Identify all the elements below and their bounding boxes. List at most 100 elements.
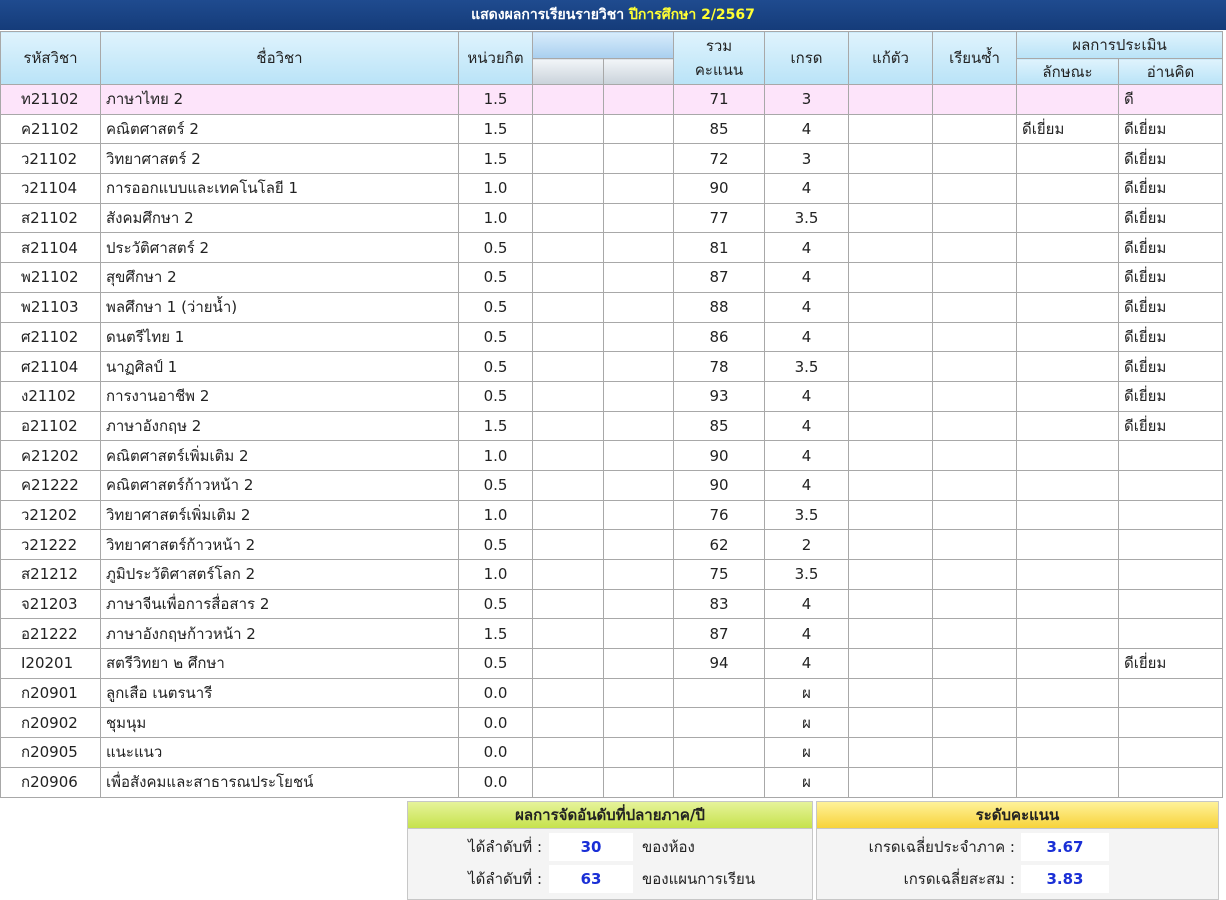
course-blank-1	[532, 232, 604, 264]
course-credits: 0.5	[458, 232, 533, 264]
table-row: ส21104 ประวัติศาสตร์ 2 0.5 81 4 ดีเยี่ยม	[0, 232, 1224, 264]
course-blank-2	[603, 499, 674, 531]
header-total-line1: รวม	[705, 37, 733, 55]
ranking-class-label: ได้ลำดับที่ :	[468, 838, 542, 856]
course-reading: ดีเยี่ยม	[1117, 648, 1224, 679]
course-blank-2	[603, 737, 674, 768]
course-code: จ21203	[0, 588, 101, 620]
course-score: 81	[673, 232, 765, 264]
course-remedial	[848, 173, 933, 204]
course-repeat	[932, 202, 1017, 234]
ranking-program-label: ได้ลำดับที่ :	[468, 870, 542, 888]
course-remedial	[848, 113, 933, 145]
course-name: ภาษาไทย 2	[100, 84, 459, 115]
course-code: ศ21104	[0, 351, 101, 382]
course-credits: 0.5	[458, 588, 533, 620]
table-row: อ21102 ภาษาอังกฤษ 2 1.5 85 4 ดีเยี่ยม	[0, 410, 1224, 442]
course-credits: 1.5	[458, 84, 533, 115]
course-blank-1	[532, 529, 604, 560]
course-score: 77	[673, 202, 765, 234]
course-blank-2	[603, 559, 674, 590]
course-repeat	[932, 173, 1017, 204]
course-characteristic	[1016, 648, 1119, 679]
ranking-panel: ผลการจัดอันดับที่ปลายภาค/ปี ได้ลำดับที่ …	[407, 801, 813, 900]
course-reading	[1117, 707, 1224, 739]
course-blank-1	[532, 202, 604, 234]
course-repeat	[932, 499, 1017, 531]
course-reading: ดีเยี่ยม	[1117, 380, 1224, 412]
course-code: ส21102	[0, 202, 101, 234]
course-blank-1	[532, 262, 604, 293]
course-reading: ดีเยี่ยม	[1117, 202, 1224, 234]
course-score: 75	[673, 559, 765, 590]
course-score	[673, 766, 765, 798]
course-characteristic	[1016, 173, 1119, 204]
header-blank-sub-2	[603, 58, 674, 85]
course-blank-1	[532, 499, 604, 531]
course-code: ค21202	[0, 440, 101, 471]
header-total: รวม คะแนน	[673, 31, 765, 85]
course-repeat	[932, 410, 1017, 442]
course-code: ก20906	[0, 766, 101, 798]
course-credits: 1.0	[458, 440, 533, 471]
course-repeat	[932, 84, 1017, 115]
course-blank-2	[603, 84, 674, 115]
course-grade: 4	[764, 380, 849, 412]
course-name: เพื่อสังคมและสาธารณประโยชน์	[100, 766, 459, 798]
course-grade: 4	[764, 410, 849, 442]
course-remedial	[848, 380, 933, 412]
course-grade: 3.5	[764, 499, 849, 531]
course-repeat	[932, 321, 1017, 353]
course-code: อ21222	[0, 618, 101, 650]
course-score: 88	[673, 291, 765, 323]
course-name: วิทยาศาสตร์ 2	[100, 143, 459, 175]
course-reading: ดีเยี่ยม	[1117, 262, 1224, 293]
table-row: ก20901 ลูกเสือ เนตรนารี 0.0 ผ	[0, 677, 1224, 709]
course-grade: 4	[764, 648, 849, 679]
page-title-bar: แสดงผลการเรียนรายวิชา ปีการศึกษา 2/2567	[0, 0, 1226, 30]
course-credits: 1.5	[458, 410, 533, 442]
course-characteristic	[1016, 202, 1119, 234]
course-blank-1	[532, 440, 604, 471]
header-remedial: แก้ตัว	[848, 31, 933, 85]
course-credits: 0.5	[458, 529, 533, 560]
course-reading	[1117, 618, 1224, 650]
course-blank-2	[603, 588, 674, 620]
course-blank-2	[603, 351, 674, 382]
course-blank-2	[603, 262, 674, 293]
course-repeat	[932, 291, 1017, 323]
course-characteristic	[1016, 410, 1119, 442]
course-remedial	[848, 766, 933, 798]
course-credits: 1.0	[458, 173, 533, 204]
course-reading	[1117, 677, 1224, 709]
course-remedial	[848, 143, 933, 175]
course-code: ท21102	[0, 84, 101, 115]
course-score: 83	[673, 588, 765, 620]
course-credits: 0.5	[458, 262, 533, 293]
course-reading: ดีเยี่ยม	[1117, 113, 1224, 145]
course-score: 87	[673, 262, 765, 293]
course-score	[673, 677, 765, 709]
course-code: ค21102	[0, 113, 101, 145]
course-reading: ดีเยี่ยม	[1117, 291, 1224, 323]
course-credits: 1.0	[458, 499, 533, 531]
course-name: นาฏศิลป์ 1	[100, 351, 459, 382]
course-remedial	[848, 559, 933, 590]
course-name: วิทยาศาสตร์เพิ่มเติม 2	[100, 499, 459, 531]
course-blank-1	[532, 84, 604, 115]
course-remedial	[848, 648, 933, 679]
course-blank-2	[603, 618, 674, 650]
header-blank	[532, 31, 674, 59]
course-remedial	[848, 529, 933, 560]
course-grade: 4	[764, 618, 849, 650]
ranking-program-row: ได้ลำดับที่ : 63 ของแผนการเรียน	[408, 865, 812, 893]
course-remedial	[848, 588, 933, 620]
course-blank-2	[603, 232, 674, 264]
course-code: ส21212	[0, 559, 101, 590]
course-name: ดนตรีไทย 1	[100, 321, 459, 353]
course-name: คณิตศาสตร์เพิ่มเติม 2	[100, 440, 459, 471]
course-characteristic	[1016, 469, 1119, 501]
course-remedial	[848, 410, 933, 442]
course-blank-1	[532, 469, 604, 501]
course-code: ง21102	[0, 380, 101, 412]
